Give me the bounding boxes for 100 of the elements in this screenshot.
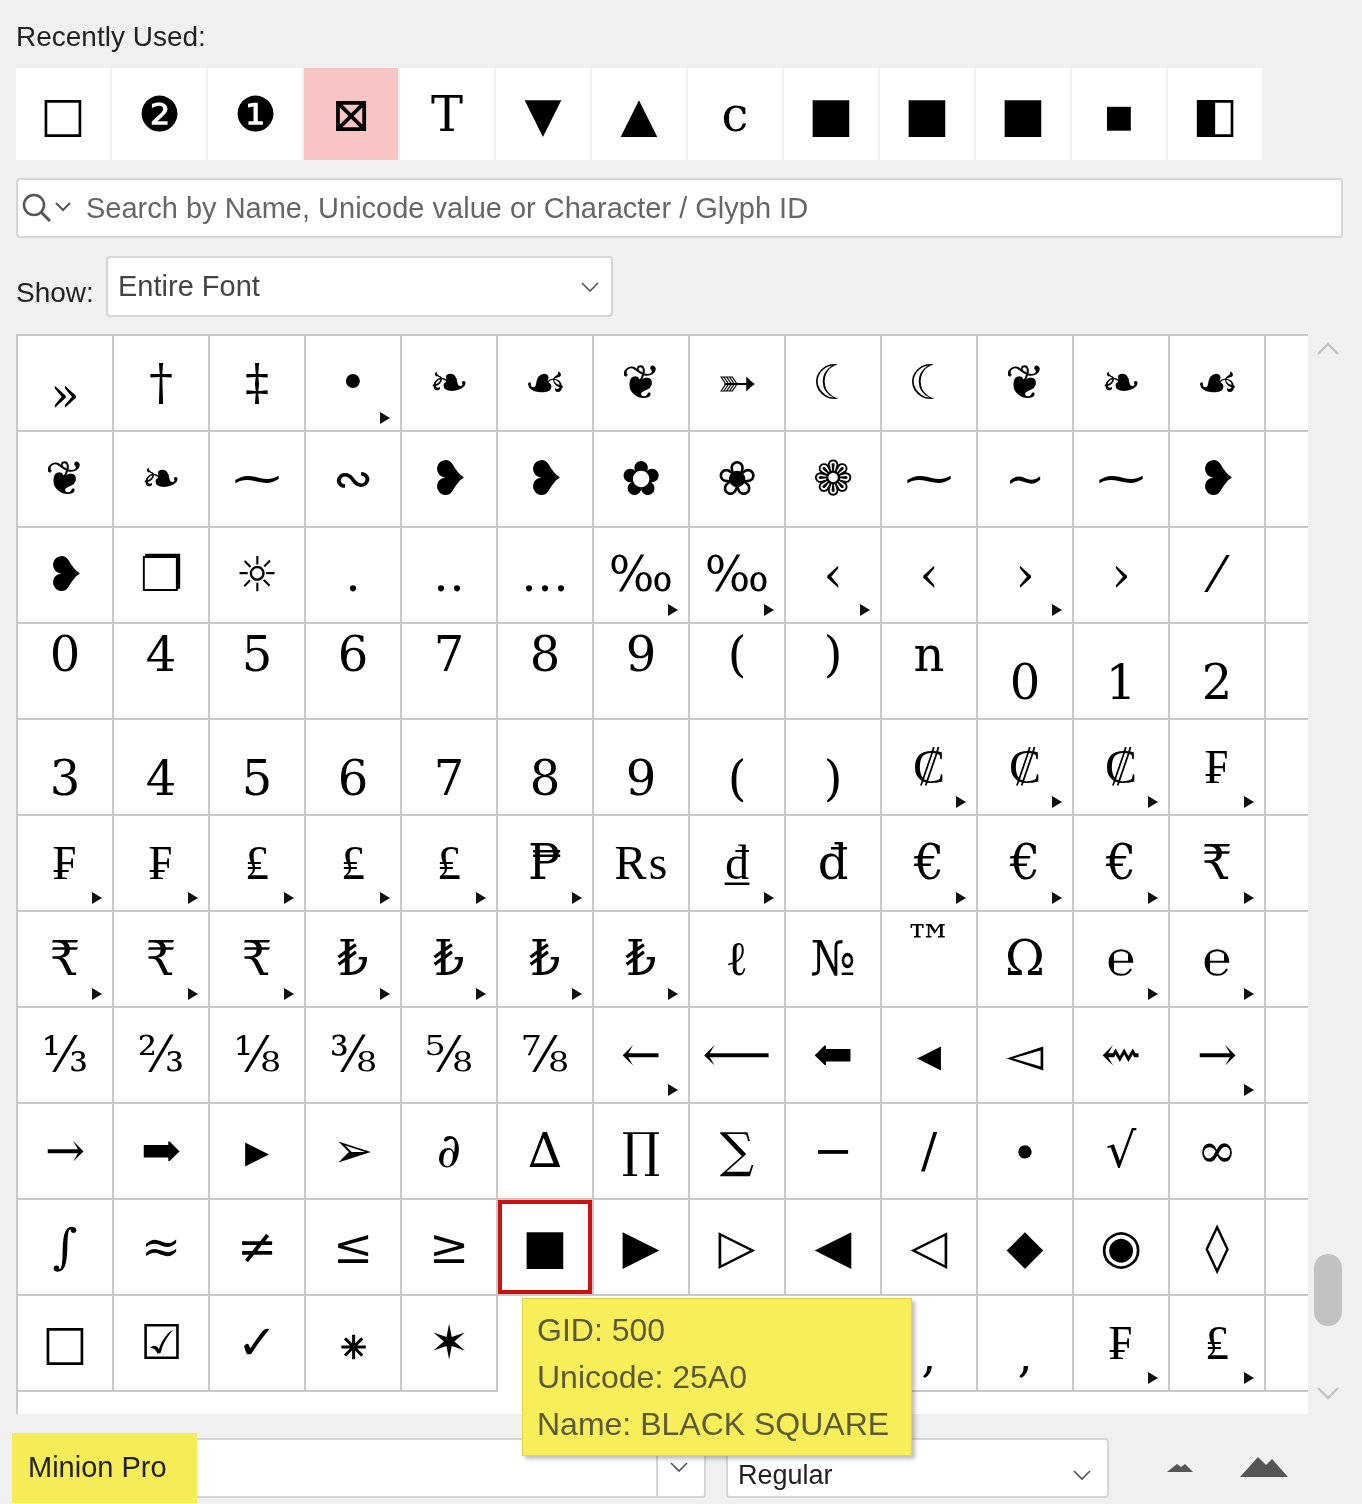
glyph-cell[interactable]: ‰ [594,528,690,624]
recent-glyph[interactable]: T [400,68,494,160]
glyph-cell[interactable]: ⅔ [114,1008,210,1104]
glyph-cell[interactable]: ₹ [210,912,306,1008]
recent-glyph[interactable]: ❶ [208,68,302,160]
glyph-cell[interactable]: ∏ [594,1104,690,1200]
glyph-cell[interactable]: ◉ [1074,1200,1170,1296]
recent-glyph[interactable]: ⊠ [304,68,398,160]
glyph-cell[interactable]: ⅓ [18,1008,114,1104]
glyph-cell[interactable]: − [786,1104,882,1200]
search-field[interactable]: Search by Name, Unicode value or Character / Glyph ID [16,178,1343,238]
show-dropdown[interactable]: Entire Font [106,256,613,317]
glyph-cell[interactable]: ₡ [978,720,1074,816]
glyph-cell[interactable]: ▷ [690,1200,786,1296]
glyph-cell[interactable]: 6 [306,720,402,816]
glyph-cell[interactable]: ₣ [114,816,210,912]
glyph-cell[interactable]: ≠ [210,1200,306,1296]
glyph-cell[interactable]: • [306,336,402,432]
glyph-cell[interactable]: ☾ [786,336,882,432]
glyph-cell[interactable]: 8 [498,720,594,816]
recent-glyph[interactable]: ◧ [1168,68,1262,160]
glyph-cell[interactable]: 0 [18,624,114,720]
glyph-cell[interactable]: → [1170,1008,1266,1104]
glyph-cell[interactable]: ‹ [786,528,882,624]
glyph-cell[interactable]: ∼ [978,432,1074,528]
glyph-cell[interactable]: ❧ [402,336,498,432]
glyph-cell[interactable]: ₣ [1074,1296,1170,1392]
glyph-cell[interactable]: ∫ [18,1200,114,1296]
glyph-cell[interactable]: ₤ [402,816,498,912]
glyph-cell[interactable]: › [978,528,1074,624]
glyph-cell[interactable]: › [1074,528,1170,624]
glyph-cell[interactable]: ❀ [690,432,786,528]
glyph-cell[interactable]: ⁓ [882,432,978,528]
glyph-cell[interactable]: ∞ [1170,1104,1266,1200]
glyph-cell[interactable]: 7 [402,624,498,720]
glyph-cell[interactable]: ₹ [1170,816,1266,912]
glyph-cell[interactable]: ℓ [690,912,786,1008]
glyph-cell[interactable]: ◀ [786,1200,882,1296]
glyph-cell[interactable]: ≈ [114,1200,210,1296]
glyph-cell[interactable]: ⬅ [786,1008,882,1104]
recent-glyph[interactable]: ▲ [592,68,686,160]
glyph-cell[interactable]: 5 [210,624,306,720]
glyph-cell[interactable]: ◁ [882,1200,978,1296]
glyph-cell[interactable]: ₱ [498,816,594,912]
glyph-cell[interactable]: ‥ [402,528,498,624]
recent-glyph[interactable]: ▼ [496,68,590,160]
glyph-cell[interactable]: ₨ [594,816,690,912]
glyph-cell[interactable]: ₺ [306,912,402,1008]
glyph-cell[interactable]: ₹ [18,912,114,1008]
glyph-cell[interactable]: ❁ [786,432,882,528]
glyph-cell[interactable]: ( [690,720,786,816]
glyph-cell[interactable]: ( [690,624,786,720]
glyph-cell[interactable]: ≥ [402,1200,498,1296]
glyph-cell[interactable]: ☙ [498,336,594,432]
glyph-cell[interactable]: ₣ [18,816,114,912]
glyph-cell[interactable]: ∕ [882,1104,978,1200]
glyph-cell[interactable]: ₫ [690,816,786,912]
glyph-cell[interactable]: ⟵ [690,1008,786,1104]
glyph-cell[interactable]: ₡ [882,720,978,816]
glyph-cell[interactable]: √ [1074,1104,1170,1200]
glyph-cell[interactable]: № [786,912,882,1008]
glyph-cell[interactable]: ₤ [210,816,306,912]
glyph-cell[interactable]: ➳ [690,336,786,432]
glyph-cell[interactable]: ⁓ [210,432,306,528]
glyph-cell[interactable]: ■ [498,1200,594,1296]
glyph-cell[interactable]: 4 [114,720,210,816]
glyph-cell[interactable]: ✶ [402,1296,498,1392]
glyph-cell[interactable]: ☙ [1170,336,1266,432]
glyph-cell[interactable]: ❧ [1074,336,1170,432]
glyph-cell[interactable]: ∂ [402,1104,498,1200]
glyph-cell[interactable]: □ [18,1296,114,1392]
glyph-cell[interactable]: ⅜ [306,1008,402,1104]
glyph-cell[interactable]: ⅞ [498,1008,594,1104]
glyph-cell[interactable]: ₤ [1170,1296,1266,1392]
glyph-cell[interactable]: ∑ [690,1104,786,1200]
glyph-cell[interactable]: ‹ [882,528,978,624]
glyph-cell[interactable]: ➢ [306,1104,402,1200]
glyph-cell[interactable]: ∆ [498,1104,594,1200]
glyph-cell[interactable]: ⇜ [1074,1008,1170,1104]
glyph-cell[interactable]: ◅ [978,1008,1074,1104]
glyph-cell[interactable]: ◊ [1170,1200,1266,1296]
glyph-cell[interactable]: ‡ [210,336,306,432]
glyph-cell[interactable]: ❦ [594,336,690,432]
glyph-cell[interactable]: ⅝ [402,1008,498,1104]
glyph-cell[interactable]: ) [786,624,882,720]
caret-icon[interactable] [668,1460,690,1474]
glyph-cell[interactable]: 8 [498,624,594,720]
glyph-cell[interactable]: ∾ [306,432,402,528]
glyph-cell[interactable]: ₡ [1074,720,1170,816]
glyph-cell[interactable]: ➡ [114,1104,210,1200]
recent-glyph[interactable]: ❷ [112,68,206,160]
glyph-cell[interactable]: ❐ [114,528,210,624]
glyph-cell[interactable]: ≤ [306,1200,402,1296]
glyph-cell[interactable]: ❦ [18,432,114,528]
glyph-cell[interactable]: ₺ [402,912,498,1008]
glyph-cell[interactable]: … [498,528,594,624]
recent-glyph[interactable]: ▪ [1072,68,1166,160]
glyph-cell[interactable]: ▶ [594,1200,690,1296]
glyph-cell[interactable]: ❥ [402,432,498,528]
glyph-cell[interactable]: ◂ [882,1008,978,1104]
